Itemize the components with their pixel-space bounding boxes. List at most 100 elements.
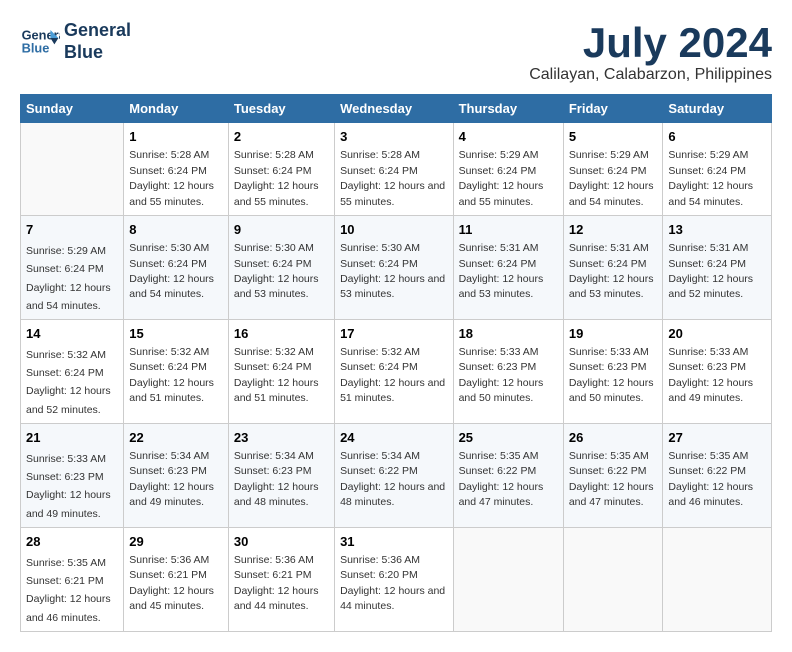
cell-sunset: Sunset: 6:24 PM bbox=[234, 258, 312, 270]
cell-sunset: Sunset: 6:24 PM bbox=[26, 263, 104, 275]
logo: General Blue General Blue bbox=[20, 20, 131, 63]
calendar-cell: 18 Sunrise: 5:33 AM Sunset: 6:23 PM Dayl… bbox=[453, 319, 563, 423]
day-number: 13 bbox=[668, 221, 766, 239]
cell-daylight: Daylight: 12 hours and 46 minutes. bbox=[26, 593, 111, 623]
day-number: 25 bbox=[459, 429, 558, 447]
calendar-cell: 1 Sunrise: 5:28 AM Sunset: 6:24 PM Dayli… bbox=[124, 123, 229, 216]
calendar-cell: 6 Sunrise: 5:29 AM Sunset: 6:24 PM Dayli… bbox=[663, 123, 772, 216]
cell-daylight: Daylight: 12 hours and 52 minutes. bbox=[26, 385, 111, 415]
cell-daylight: Daylight: 12 hours and 53 minutes. bbox=[340, 273, 445, 300]
day-number: 15 bbox=[129, 325, 223, 343]
cell-daylight: Daylight: 12 hours and 55 minutes. bbox=[459, 180, 544, 207]
calendar-cell: 13 Sunrise: 5:31 AM Sunset: 6:24 PM Dayl… bbox=[663, 215, 772, 319]
calendar-cell: 19 Sunrise: 5:33 AM Sunset: 6:23 PM Dayl… bbox=[563, 319, 663, 423]
cell-sunrise: Sunrise: 5:32 AM bbox=[129, 346, 209, 358]
day-number: 16 bbox=[234, 325, 329, 343]
cell-sunrise: Sunrise: 5:33 AM bbox=[569, 346, 649, 358]
cell-daylight: Daylight: 12 hours and 53 minutes. bbox=[459, 273, 544, 300]
calendar-cell: 9 Sunrise: 5:30 AM Sunset: 6:24 PM Dayli… bbox=[228, 215, 334, 319]
day-number: 17 bbox=[340, 325, 447, 343]
calendar-cell: 25 Sunrise: 5:35 AM Sunset: 6:22 PM Dayl… bbox=[453, 423, 563, 527]
cell-sunset: Sunset: 6:21 PM bbox=[129, 569, 207, 581]
cell-sunset: Sunset: 6:24 PM bbox=[459, 258, 537, 270]
cell-sunset: Sunset: 6:22 PM bbox=[668, 465, 746, 477]
title-area: July 2024 Calilayan, Calabarzon, Philipp… bbox=[529, 20, 772, 84]
header: General Blue General Blue July 2024 Cali… bbox=[20, 20, 772, 84]
calendar-table: SundayMondayTuesdayWednesdayThursdayFrid… bbox=[20, 94, 772, 632]
cell-sunset: Sunset: 6:24 PM bbox=[129, 361, 207, 373]
cell-daylight: Daylight: 12 hours and 52 minutes. bbox=[668, 273, 753, 300]
cell-sunset: Sunset: 6:24 PM bbox=[459, 165, 537, 177]
cell-sunrise: Sunrise: 5:35 AM bbox=[26, 557, 106, 569]
day-number: 12 bbox=[569, 221, 658, 239]
cell-sunrise: Sunrise: 5:36 AM bbox=[234, 554, 314, 566]
cell-sunrise: Sunrise: 5:28 AM bbox=[129, 149, 209, 161]
day-number: 28 bbox=[26, 533, 118, 551]
day-number: 18 bbox=[459, 325, 558, 343]
cell-daylight: Daylight: 12 hours and 49 minutes. bbox=[26, 489, 111, 519]
day-number: 26 bbox=[569, 429, 658, 447]
col-header-sunday: Sunday bbox=[21, 95, 124, 123]
cell-sunset: Sunset: 6:22 PM bbox=[340, 465, 418, 477]
day-number: 27 bbox=[668, 429, 766, 447]
cell-sunrise: Sunrise: 5:34 AM bbox=[340, 450, 420, 462]
cell-daylight: Daylight: 12 hours and 48 minutes. bbox=[340, 481, 445, 508]
cell-sunset: Sunset: 6:23 PM bbox=[569, 361, 647, 373]
cell-sunrise: Sunrise: 5:28 AM bbox=[234, 149, 314, 161]
calendar-cell: 8 Sunrise: 5:30 AM Sunset: 6:24 PM Dayli… bbox=[124, 215, 229, 319]
calendar-cell: 5 Sunrise: 5:29 AM Sunset: 6:24 PM Dayli… bbox=[563, 123, 663, 216]
day-number: 3 bbox=[340, 128, 447, 146]
cell-daylight: Daylight: 12 hours and 55 minutes. bbox=[340, 180, 445, 207]
cell-sunset: Sunset: 6:23 PM bbox=[234, 465, 312, 477]
cell-sunrise: Sunrise: 5:31 AM bbox=[668, 242, 748, 254]
calendar-cell: 24 Sunrise: 5:34 AM Sunset: 6:22 PM Dayl… bbox=[335, 423, 453, 527]
calendar-cell: 4 Sunrise: 5:29 AM Sunset: 6:24 PM Dayli… bbox=[453, 123, 563, 216]
calendar-cell: 11 Sunrise: 5:31 AM Sunset: 6:24 PM Dayl… bbox=[453, 215, 563, 319]
cell-sunset: Sunset: 6:23 PM bbox=[459, 361, 537, 373]
week-row-3: 14 Sunrise: 5:32 AM Sunset: 6:24 PM Dayl… bbox=[21, 319, 772, 423]
cell-sunrise: Sunrise: 5:33 AM bbox=[459, 346, 539, 358]
calendar-cell: 17 Sunrise: 5:32 AM Sunset: 6:24 PM Dayl… bbox=[335, 319, 453, 423]
day-number: 11 bbox=[459, 221, 558, 239]
cell-sunset: Sunset: 6:24 PM bbox=[340, 165, 418, 177]
cell-daylight: Daylight: 12 hours and 54 minutes. bbox=[26, 282, 111, 312]
day-number: 23 bbox=[234, 429, 329, 447]
cell-daylight: Daylight: 12 hours and 47 minutes. bbox=[569, 481, 654, 508]
calendar-cell: 16 Sunrise: 5:32 AM Sunset: 6:24 PM Dayl… bbox=[228, 319, 334, 423]
cell-sunrise: Sunrise: 5:32 AM bbox=[340, 346, 420, 358]
cell-sunrise: Sunrise: 5:28 AM bbox=[340, 149, 420, 161]
cell-daylight: Daylight: 12 hours and 49 minutes. bbox=[129, 481, 214, 508]
calendar-cell: 14 Sunrise: 5:32 AM Sunset: 6:24 PM Dayl… bbox=[21, 319, 124, 423]
cell-daylight: Daylight: 12 hours and 51 minutes. bbox=[340, 377, 445, 404]
calendar-cell: 22 Sunrise: 5:34 AM Sunset: 6:23 PM Dayl… bbox=[124, 423, 229, 527]
day-number: 19 bbox=[569, 325, 658, 343]
cell-sunset: Sunset: 6:23 PM bbox=[129, 465, 207, 477]
cell-sunset: Sunset: 6:21 PM bbox=[234, 569, 312, 581]
cell-sunrise: Sunrise: 5:32 AM bbox=[234, 346, 314, 358]
day-number: 6 bbox=[668, 128, 766, 146]
cell-sunrise: Sunrise: 5:34 AM bbox=[234, 450, 314, 462]
cell-daylight: Daylight: 12 hours and 49 minutes. bbox=[668, 377, 753, 404]
cell-daylight: Daylight: 12 hours and 50 minutes. bbox=[459, 377, 544, 404]
calendar-cell: 27 Sunrise: 5:35 AM Sunset: 6:22 PM Dayl… bbox=[663, 423, 772, 527]
cell-sunset: Sunset: 6:23 PM bbox=[668, 361, 746, 373]
cell-daylight: Daylight: 12 hours and 44 minutes. bbox=[234, 585, 319, 612]
day-number: 8 bbox=[129, 221, 223, 239]
cell-daylight: Daylight: 12 hours and 47 minutes. bbox=[459, 481, 544, 508]
cell-sunrise: Sunrise: 5:35 AM bbox=[459, 450, 539, 462]
col-header-monday: Monday bbox=[124, 95, 229, 123]
cell-daylight: Daylight: 12 hours and 54 minutes. bbox=[129, 273, 214, 300]
subtitle: Calilayan, Calabarzon, Philippines bbox=[529, 66, 772, 84]
cell-sunset: Sunset: 6:24 PM bbox=[569, 165, 647, 177]
cell-sunset: Sunset: 6:24 PM bbox=[340, 361, 418, 373]
calendar-cell: 26 Sunrise: 5:35 AM Sunset: 6:22 PM Dayl… bbox=[563, 423, 663, 527]
cell-daylight: Daylight: 12 hours and 54 minutes. bbox=[569, 180, 654, 207]
calendar-cell: 15 Sunrise: 5:32 AM Sunset: 6:24 PM Dayl… bbox=[124, 319, 229, 423]
cell-sunrise: Sunrise: 5:33 AM bbox=[26, 453, 106, 465]
day-number: 9 bbox=[234, 221, 329, 239]
day-number: 5 bbox=[569, 128, 658, 146]
calendar-cell: 31 Sunrise: 5:36 AM Sunset: 6:20 PM Dayl… bbox=[335, 527, 453, 631]
calendar-cell: 3 Sunrise: 5:28 AM Sunset: 6:24 PM Dayli… bbox=[335, 123, 453, 216]
logo-line2: Blue bbox=[64, 42, 103, 62]
calendar-cell bbox=[663, 527, 772, 631]
